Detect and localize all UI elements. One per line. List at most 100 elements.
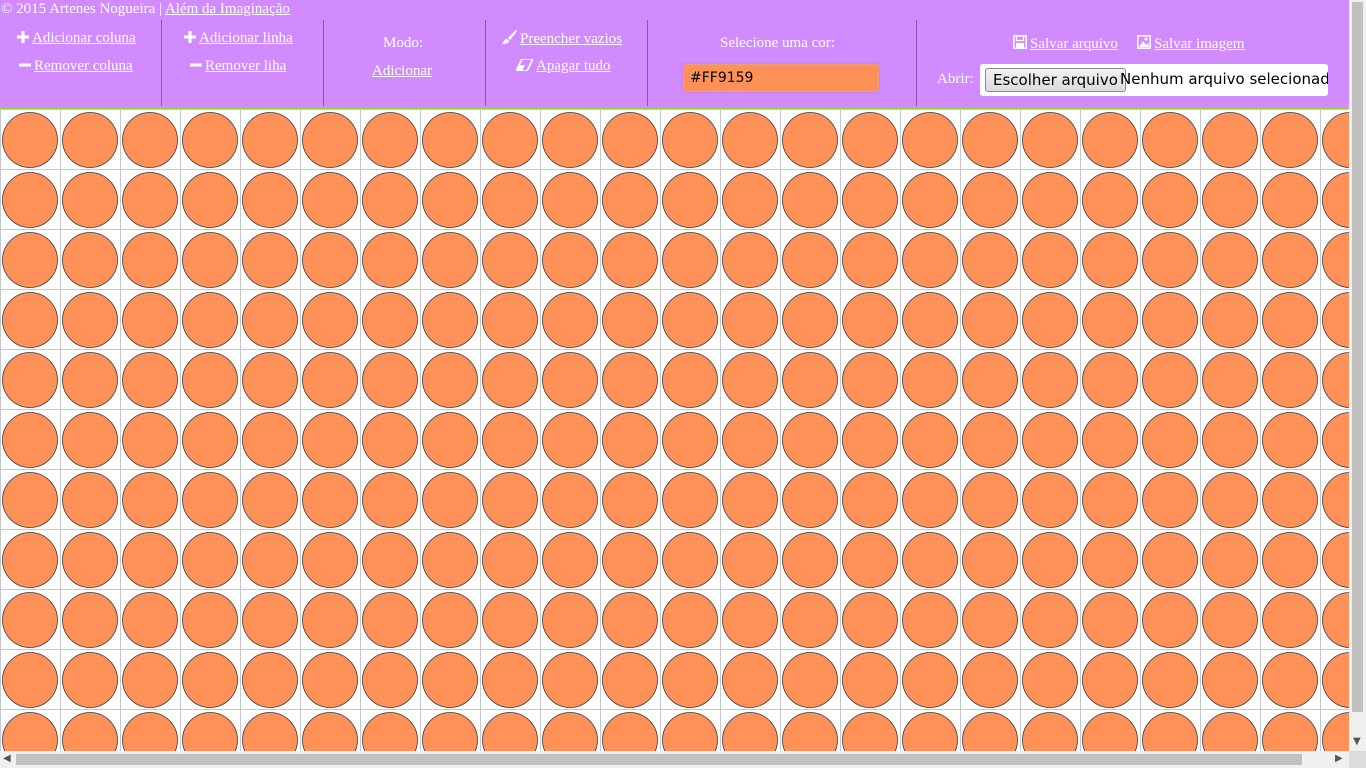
bead[interactable] [782, 652, 838, 708]
bead[interactable] [62, 472, 118, 528]
bead[interactable] [842, 592, 898, 648]
bead[interactable] [722, 412, 778, 468]
bead[interactable] [542, 112, 598, 168]
bead[interactable] [542, 592, 598, 648]
bead[interactable] [182, 472, 238, 528]
bead[interactable] [1202, 532, 1258, 588]
bead[interactable] [902, 292, 958, 348]
bead[interactable] [902, 412, 958, 468]
bead[interactable] [842, 232, 898, 288]
bead[interactable] [1142, 532, 1198, 588]
bead[interactable] [362, 232, 418, 288]
horizontal-scroll-thumb[interactable] [16, 754, 1302, 765]
bead[interactable] [1022, 352, 1078, 408]
bead[interactable] [422, 592, 478, 648]
bead[interactable] [782, 352, 838, 408]
bead[interactable] [362, 472, 418, 528]
bead[interactable] [962, 592, 1018, 648]
bead[interactable] [902, 652, 958, 708]
horizontal-scrollbar[interactable]: ◀ ▶ [0, 751, 1349, 768]
bead[interactable] [782, 112, 838, 168]
bead[interactable] [662, 112, 718, 168]
bead[interactable] [302, 472, 358, 528]
choose-file-button[interactable]: Escolher arquivo [985, 68, 1126, 92]
bead[interactable] [1022, 292, 1078, 348]
bead[interactable] [1202, 472, 1258, 528]
bead[interactable] [1022, 172, 1078, 228]
bead[interactable] [62, 172, 118, 228]
bead[interactable] [482, 352, 538, 408]
bead[interactable] [542, 412, 598, 468]
bead[interactable] [242, 292, 298, 348]
bead[interactable] [902, 592, 958, 648]
bead[interactable] [722, 292, 778, 348]
bead[interactable] [302, 592, 358, 648]
bead[interactable] [902, 532, 958, 588]
bead[interactable] [1142, 112, 1198, 168]
bead[interactable] [482, 232, 538, 288]
bead[interactable] [62, 592, 118, 648]
bead[interactable] [302, 232, 358, 288]
bead[interactable] [662, 412, 718, 468]
bead[interactable] [62, 112, 118, 168]
bead[interactable] [842, 472, 898, 528]
bead[interactable] [182, 412, 238, 468]
bead[interactable] [782, 472, 838, 528]
bead[interactable] [1082, 232, 1138, 288]
bead[interactable] [242, 352, 298, 408]
clear-all-link[interactable]: Apagar tudo [514, 58, 611, 75]
bead[interactable] [1022, 592, 1078, 648]
bead[interactable] [602, 112, 658, 168]
bead[interactable] [1202, 412, 1258, 468]
bead[interactable] [1142, 652, 1198, 708]
bead[interactable] [482, 412, 538, 468]
bead[interactable] [182, 352, 238, 408]
bead[interactable] [62, 532, 118, 588]
bead[interactable] [842, 532, 898, 588]
bead[interactable] [122, 652, 178, 708]
bead[interactable] [542, 292, 598, 348]
file-input[interactable]: Escolher arquivo Nenhum arquivo selecion… [980, 64, 1328, 96]
bead[interactable] [962, 412, 1018, 468]
bead[interactable] [782, 292, 838, 348]
bead[interactable] [482, 112, 538, 168]
bead[interactable] [182, 292, 238, 348]
bead[interactable] [602, 652, 658, 708]
credit-link[interactable]: Além da Imaginação [165, 1, 290, 17]
bead[interactable] [602, 352, 658, 408]
bead[interactable] [1142, 352, 1198, 408]
bead[interactable] [182, 592, 238, 648]
bead[interactable] [1262, 352, 1318, 408]
bead[interactable] [722, 592, 778, 648]
bead[interactable] [1262, 412, 1318, 468]
bead[interactable] [122, 112, 178, 168]
bead[interactable] [422, 652, 478, 708]
bead[interactable] [62, 412, 118, 468]
bead[interactable] [542, 172, 598, 228]
bead[interactable] [2, 352, 58, 408]
bead[interactable] [302, 652, 358, 708]
bead[interactable] [182, 532, 238, 588]
bead[interactable] [302, 532, 358, 588]
bead[interactable] [902, 172, 958, 228]
bead[interactable] [1202, 652, 1258, 708]
save-file-link[interactable]: Salvar arquivo [1013, 35, 1118, 53]
bead[interactable] [242, 592, 298, 648]
bead[interactable] [62, 232, 118, 288]
mode-toggle-link[interactable]: Adicionar [372, 63, 432, 80]
bead[interactable] [902, 232, 958, 288]
bead[interactable] [842, 652, 898, 708]
bead[interactable] [1082, 112, 1138, 168]
bead[interactable] [962, 532, 1018, 588]
bead[interactable] [422, 172, 478, 228]
bead[interactable] [602, 292, 658, 348]
bead[interactable] [302, 292, 358, 348]
bead[interactable] [482, 472, 538, 528]
bead[interactable] [182, 112, 238, 168]
bead[interactable] [1202, 112, 1258, 168]
bead[interactable] [1142, 232, 1198, 288]
scroll-down-arrow-icon[interactable]: ▼ [1353, 736, 1361, 747]
bead[interactable] [1082, 472, 1138, 528]
save-image-link[interactable]: Salvar imagem [1137, 35, 1244, 53]
bead[interactable] [962, 232, 1018, 288]
